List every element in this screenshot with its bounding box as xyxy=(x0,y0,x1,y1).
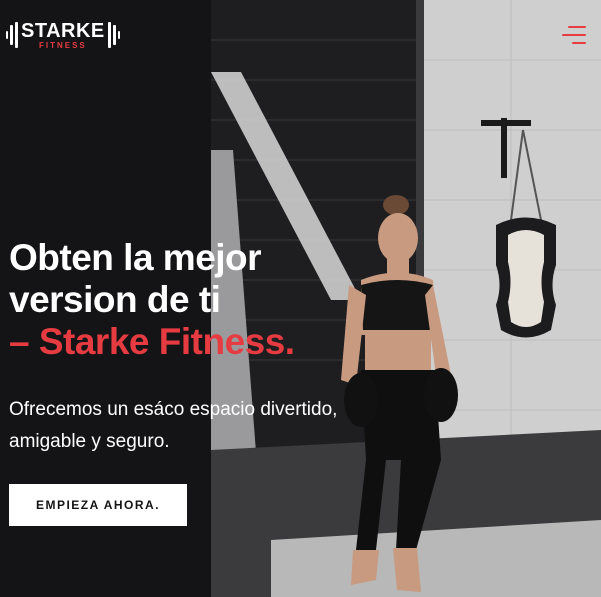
logo-sub-text: FITNESS xyxy=(38,40,87,50)
start-now-button[interactable]: EMPIEZA AHORA. xyxy=(9,484,187,526)
barbell-right-icon xyxy=(107,22,120,48)
headline-accent: – Starke Fitness. xyxy=(9,321,295,362)
headline-line-2: version de ti xyxy=(9,279,221,320)
hero-section: STARKE FITNESS Obten la mejor version de… xyxy=(0,0,601,597)
hero-description: Ofrecemos un esáco espacio divertido, am… xyxy=(9,394,409,458)
headline-line-1: Obten la mejor xyxy=(9,237,262,278)
description-line-1: Ofrecemos un esáco espacio divertido, xyxy=(9,399,338,420)
hero-headline: Obten la mejor version de ti – Starke Fi… xyxy=(9,237,429,363)
logo-brand-text: STARKE xyxy=(21,19,105,42)
hamburger-menu-icon[interactable] xyxy=(562,24,586,46)
description-line-2: amigable y seguro. xyxy=(9,431,170,452)
barbell-left-icon xyxy=(6,22,18,48)
brand-logo[interactable]: STARKE FITNESS xyxy=(6,18,120,52)
